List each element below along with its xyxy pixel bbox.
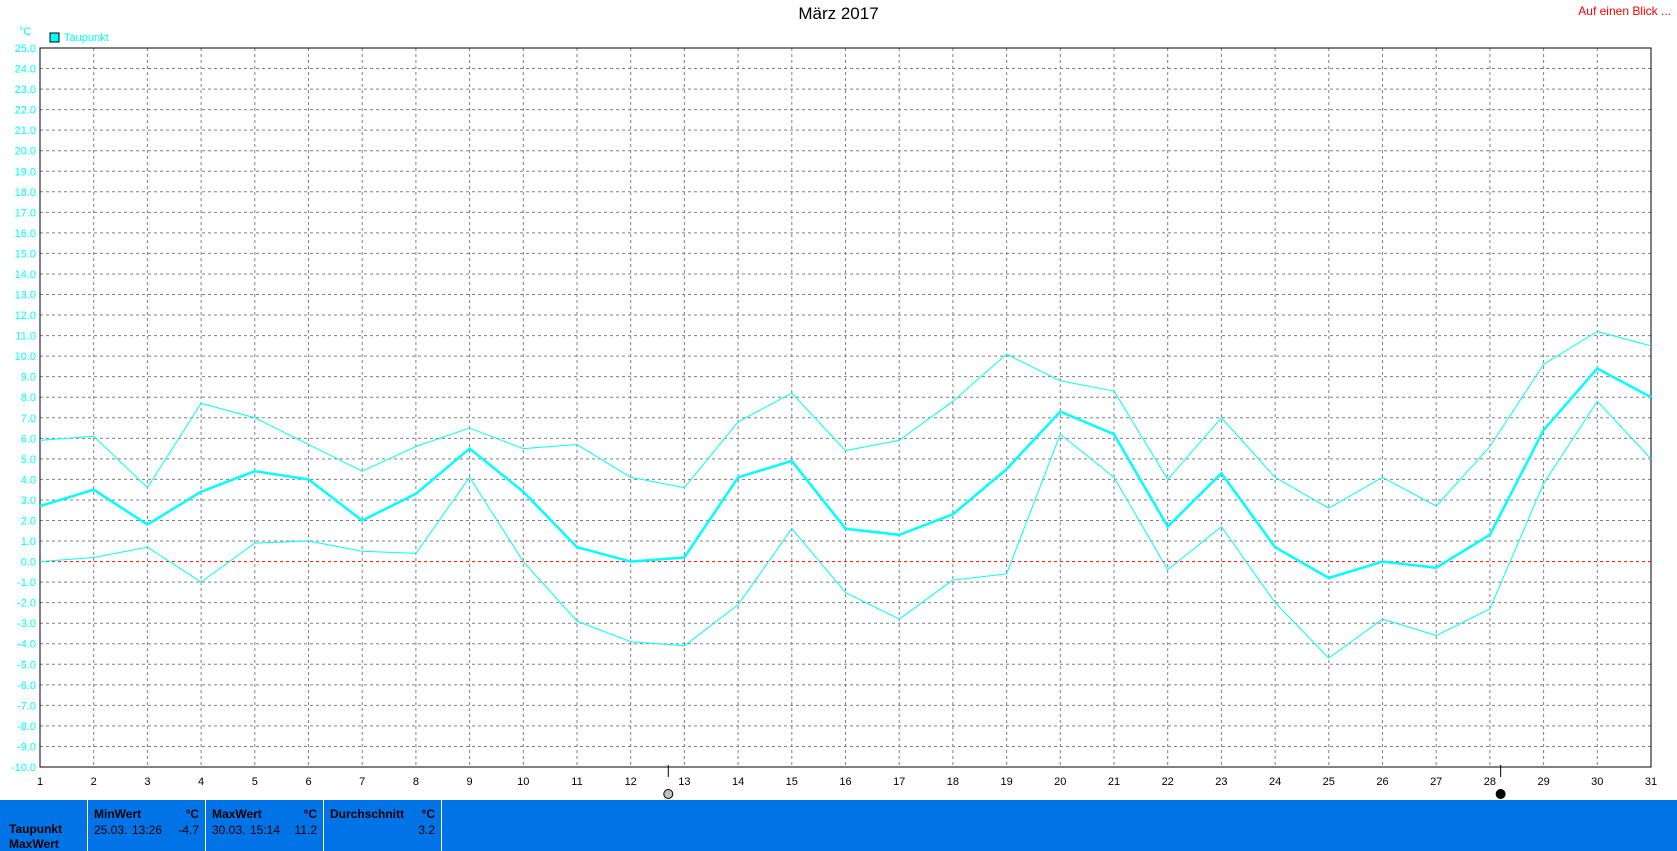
legend-swatch bbox=[49, 32, 60, 43]
y-tick-label: 4.0 bbox=[21, 474, 36, 486]
y-tick-label: -2.0 bbox=[17, 598, 36, 610]
y-tick-label: 14.0 bbox=[15, 269, 36, 281]
x-tick-label: 25 bbox=[1323, 776, 1335, 788]
y-tick-label: 12.0 bbox=[15, 310, 36, 322]
x-tick-label: 14 bbox=[732, 776, 744, 788]
y-tick-label: 17.0 bbox=[15, 207, 36, 219]
y-tick-label: 1.0 bbox=[21, 536, 36, 548]
y-tick-label: -9.0 bbox=[17, 741, 36, 753]
chart-area: °C Taupunkt 25.024.023.022.021.020.019.0… bbox=[11, 26, 1657, 799]
x-tick-label: 13 bbox=[678, 776, 690, 788]
y-tick-label: 23.0 bbox=[15, 84, 36, 96]
max-date: 30.03. bbox=[212, 823, 246, 837]
max-value: 11.2 bbox=[294, 823, 317, 837]
y-tick-label: 22.0 bbox=[15, 105, 36, 117]
grid bbox=[39, 47, 1652, 768]
stats-avg-panel: Durchschnitt °C 3.2 bbox=[324, 800, 442, 851]
avg-unit: °C bbox=[421, 807, 435, 821]
x-tick-label: 24 bbox=[1269, 776, 1281, 788]
y-tick-label: 24.0 bbox=[15, 64, 36, 76]
y-tick-label: 0.0 bbox=[21, 557, 36, 569]
y-tick-label: 20.0 bbox=[15, 146, 36, 158]
y-tick-label: 8.0 bbox=[21, 392, 36, 404]
x-tick-label: 8 bbox=[413, 776, 419, 788]
x-tick-label: 19 bbox=[1000, 776, 1012, 788]
min-time: 13:26 bbox=[132, 823, 163, 837]
x-tick-label: 20 bbox=[1054, 776, 1066, 788]
y-tick-label: 5.0 bbox=[21, 454, 36, 466]
y-tick-label: -8.0 bbox=[17, 721, 36, 733]
y-tick-label: 2.0 bbox=[21, 515, 36, 527]
y-tick-label: 9.0 bbox=[21, 372, 36, 384]
y-unit-label: °C bbox=[19, 26, 31, 38]
full-moon-icon bbox=[663, 789, 674, 799]
x-tick-label: 22 bbox=[1162, 776, 1174, 788]
plot-frame bbox=[39, 47, 1652, 768]
x-tick-label: 27 bbox=[1430, 776, 1442, 788]
stats-row-label-2: MaxWert bbox=[9, 837, 59, 851]
y-tick-label: -5.0 bbox=[17, 659, 36, 671]
stats-bar: Taupunkt MaxWert MinWert °C 25.03. 13:26… bbox=[0, 800, 1677, 851]
x-tick-label: 11 bbox=[571, 776, 582, 788]
y-tick-label: -1.0 bbox=[17, 577, 36, 589]
x-tick-label: 23 bbox=[1215, 776, 1227, 788]
y-tick-label: -4.0 bbox=[17, 639, 36, 651]
stats-min-panel: MinWert °C 25.03. 13:26 -4.7 bbox=[88, 800, 206, 851]
stats-row-label: Taupunkt bbox=[9, 822, 63, 836]
y-tick-label: -7.0 bbox=[17, 700, 36, 712]
max-time: 15:14 bbox=[250, 823, 281, 837]
x-axis-ticks: 1 2 3 4 5 6 7 8 9 10 11 12 13 14 15 16 17 18 19 20 21 22 23 24 2… bbox=[37, 776, 1657, 788]
x-tick-label: 16 bbox=[839, 776, 851, 788]
y-tick-label: -6.0 bbox=[17, 680, 36, 692]
legend-label: Taupunkt bbox=[64, 32, 109, 44]
max-header: MaxWert bbox=[212, 807, 262, 821]
x-tick-label: 30 bbox=[1591, 776, 1603, 788]
stats-max-panel: MaxWert °C 30.03. 15:14 11.2 bbox=[206, 800, 324, 851]
y-tick-label: 18.0 bbox=[15, 187, 36, 199]
min-value: -4.7 bbox=[178, 823, 199, 837]
y-tick-label: 10.0 bbox=[15, 351, 36, 363]
x-tick-label: 3 bbox=[144, 776, 150, 788]
x-tick-label: 28 bbox=[1484, 776, 1496, 788]
min-unit: °C bbox=[185, 807, 199, 821]
x-tick-label: 26 bbox=[1376, 776, 1388, 788]
avg-header: Durchschnitt bbox=[330, 807, 405, 821]
x-tick-label: 4 bbox=[198, 776, 204, 788]
y-tick-label: 21.0 bbox=[15, 125, 36, 137]
avg-value: 3.2 bbox=[418, 823, 435, 837]
max-unit: °C bbox=[303, 807, 317, 821]
y-tick-label: 25.0 bbox=[15, 43, 36, 55]
x-tick-label: 6 bbox=[305, 776, 311, 788]
y-tick-label: 13.0 bbox=[15, 290, 36, 302]
new-moon-icon bbox=[1495, 789, 1506, 799]
min-header: MinWert bbox=[94, 807, 142, 821]
y-tick-label: 6.0 bbox=[21, 433, 36, 445]
x-tick-label: 12 bbox=[625, 776, 637, 788]
x-tick-label: 15 bbox=[786, 776, 798, 788]
min-date: 25.03. bbox=[94, 823, 128, 837]
y-tick-label: 11.0 bbox=[15, 331, 36, 343]
x-tick-label: 1 bbox=[37, 776, 43, 788]
x-tick-label: 9 bbox=[467, 776, 473, 788]
y-tick-label: -10.0 bbox=[11, 762, 36, 774]
y-tick-label: -3.0 bbox=[17, 618, 36, 630]
x-tick-label: 2 bbox=[91, 776, 97, 788]
x-tick-label: 21 bbox=[1108, 776, 1120, 788]
x-tick-label: 29 bbox=[1537, 776, 1549, 788]
y-tick-label: 15.0 bbox=[15, 248, 36, 260]
x-tick-label: 17 bbox=[893, 776, 905, 788]
x-tick-label: 10 bbox=[517, 776, 529, 788]
y-tick-label: 19.0 bbox=[15, 166, 36, 178]
x-tick-label: 7 bbox=[359, 776, 365, 788]
x-tick-label: 31 bbox=[1645, 776, 1657, 788]
x-tick-label: 5 bbox=[252, 776, 258, 788]
y-axis-ticks: 25.0 24.0 23.0 22.0 21.0 20.0 19.0 18.0 17.0 16.0… bbox=[11, 43, 36, 774]
y-tick-label: 7.0 bbox=[21, 413, 36, 425]
y-tick-label: 3.0 bbox=[21, 495, 36, 507]
x-tick-label: 18 bbox=[947, 776, 959, 788]
y-tick-label: 16.0 bbox=[15, 228, 36, 240]
stats-label-panel: Taupunkt MaxWert bbox=[0, 800, 88, 851]
